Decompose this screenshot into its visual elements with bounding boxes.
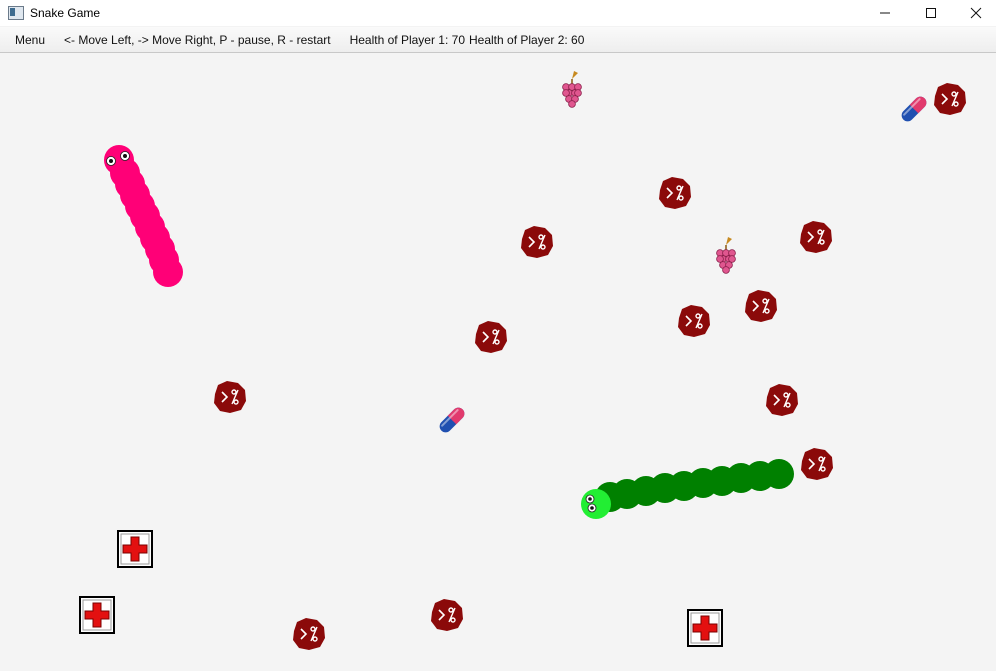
angry-rock-icon <box>677 304 711 338</box>
player2-snake-head <box>581 489 611 519</box>
minimize-button[interactable] <box>862 0 908 26</box>
game-board[interactable] <box>0 53 996 671</box>
app-window-icon <box>8 6 24 20</box>
grape-icon <box>561 70 583 109</box>
angry-rock-icon <box>292 617 326 651</box>
angry-rock-icon <box>520 225 554 259</box>
maximize-button[interactable] <box>908 0 954 26</box>
medkit-icon <box>79 596 115 634</box>
angry-rock-icon <box>744 289 778 323</box>
angry-rock-icon <box>474 320 508 354</box>
angry-rock-icon <box>658 176 692 210</box>
menu-bar: Menu <- Move Left, -> Move Right, P - pa… <box>0 27 996 53</box>
player2-health: Health of Player 2: 60 <box>469 32 585 47</box>
title-bar: Snake Game <box>0 0 996 26</box>
angry-rock-icon <box>799 220 833 254</box>
game-canvas <box>79 70 967 651</box>
pill-icon <box>899 94 929 124</box>
grape-icon <box>715 236 737 275</box>
window-title: Snake Game <box>30 6 101 20</box>
player2-snake <box>581 459 794 519</box>
angry-rock-icon <box>800 447 834 481</box>
player1-snake <box>104 145 183 287</box>
angry-rock-icon <box>765 383 799 417</box>
angry-rock-icon <box>933 82 967 116</box>
angry-rock-icon <box>430 598 464 632</box>
menu-item[interactable]: Menu <box>15 33 45 47</box>
controls-hint: <- Move Left, -> Move Right, P - pause, … <box>64 32 331 47</box>
close-button[interactable] <box>953 0 996 26</box>
medkit-icon <box>687 609 723 647</box>
player1-health: Health of Player 1: 70 <box>349 32 465 47</box>
medkit-icon <box>117 530 153 568</box>
angry-rock-icon <box>213 380 247 414</box>
pill-icon <box>437 405 467 435</box>
